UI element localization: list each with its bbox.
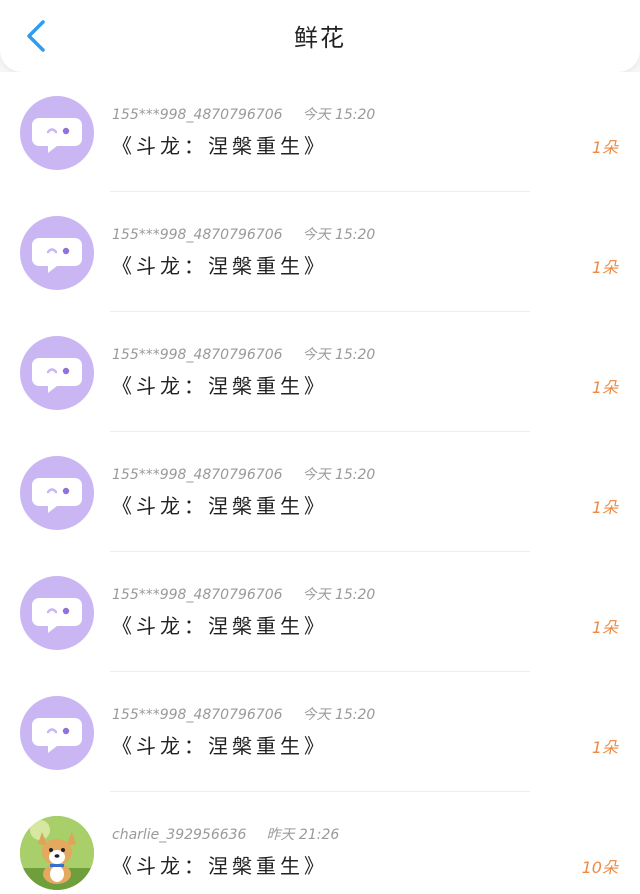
book-title: 《斗龙：涅槃重生》 — [112, 254, 328, 278]
record-meta: 155***998_4870796706 今天 15:20 — [112, 584, 375, 604]
book-title: 《斗龙：涅槃重生》 — [112, 854, 328, 878]
chat-bubble-icon — [32, 478, 82, 513]
user-id: 155***998_4870796706 — [112, 587, 283, 603]
record-meta: 155***998_4870796706 今天 15:20 — [112, 344, 375, 364]
flower-count: 1朵 — [591, 618, 618, 637]
list-item[interactable]: 155***998_4870796706 今天 15:20 《斗龙：涅槃重生》 1… — [0, 192, 640, 312]
list-item[interactable]: 155***998_4870796706 今天 15:20 《斗龙：涅槃重生》 1… — [0, 432, 640, 552]
timestamp: 昨天 21:26 — [266, 827, 340, 843]
avatar[interactable] — [20, 576, 94, 650]
chat-bubble-icon — [32, 358, 82, 393]
book-title: 《斗龙：涅槃重生》 — [112, 134, 328, 158]
user-id: 155***998_4870796706 — [112, 347, 283, 363]
chat-bubble-icon — [32, 718, 82, 753]
timestamp: 今天 15:20 — [302, 707, 376, 723]
page-title: 鲜花 — [294, 24, 346, 52]
user-id: 155***998_4870796706 — [112, 227, 283, 243]
header-bar: 鲜花 — [0, 0, 640, 72]
record-meta: charlie_392956636 昨天 21:26 — [112, 824, 339, 844]
list-item[interactable]: 155***998_4870796706 今天 15:20 《斗龙：涅槃重生》 1… — [0, 312, 640, 432]
chat-bubble-icon — [32, 118, 82, 153]
record-meta: 155***998_4870796706 今天 15:20 — [112, 104, 375, 124]
flower-count: 1朵 — [591, 378, 618, 397]
book-title: 《斗龙：涅槃重生》 — [112, 374, 328, 398]
record-meta: 155***998_4870796706 今天 15:20 — [112, 464, 375, 484]
list-item[interactable]: charlie_392956636 昨天 21:26 《斗龙：涅槃重生》 10朵 — [0, 792, 640, 894]
record-meta: 155***998_4870796706 今天 15:20 — [112, 224, 375, 244]
user-id: 155***998_4870796706 — [112, 467, 283, 483]
flower-record-list[interactable]: 155***998_4870796706 今天 15:20 《斗龙：涅槃重生》 1… — [0, 72, 640, 894]
flowers-screen: 鲜花 155***998_4870796706 今天 15:20 《斗龙：涅槃重生… — [0, 0, 640, 894]
timestamp: 今天 15:20 — [302, 347, 376, 363]
user-id: 155***998_4870796706 — [112, 707, 283, 723]
timestamp: 今天 15:20 — [302, 107, 376, 123]
list-item[interactable]: 155***998_4870796706 今天 15:20 《斗龙：涅槃重生》 1… — [0, 552, 640, 672]
book-title: 《斗龙：涅槃重生》 — [112, 494, 328, 518]
list-item[interactable]: 155***998_4870796706 今天 15:20 《斗龙：涅槃重生》 1… — [0, 672, 640, 792]
record-meta: 155***998_4870796706 今天 15:20 — [112, 704, 375, 724]
list-item[interactable]: 155***998_4870796706 今天 15:20 《斗龙：涅槃重生》 1… — [0, 72, 640, 192]
chat-bubble-icon — [32, 598, 82, 633]
chat-bubble-icon — [32, 238, 82, 273]
flower-count: 1朵 — [591, 258, 618, 277]
avatar[interactable] — [20, 336, 94, 410]
avatar[interactable] — [20, 216, 94, 290]
flower-count: 10朵 — [581, 858, 618, 877]
flower-count: 1朵 — [591, 738, 618, 757]
user-id: 155***998_4870796706 — [112, 107, 283, 123]
flower-count: 1朵 — [591, 498, 618, 517]
book-title: 《斗龙：涅槃重生》 — [112, 614, 328, 638]
timestamp: 今天 15:20 — [302, 227, 376, 243]
avatar[interactable] — [20, 696, 94, 770]
avatar[interactable] — [20, 816, 94, 890]
flower-count: 1朵 — [591, 138, 618, 157]
avatar[interactable] — [20, 456, 94, 530]
avatar[interactable] — [20, 96, 94, 170]
book-title: 《斗龙：涅槃重生》 — [112, 734, 328, 758]
user-id: charlie_392956636 — [112, 827, 247, 843]
timestamp: 今天 15:20 — [302, 587, 376, 603]
timestamp: 今天 15:20 — [302, 467, 376, 483]
corgi-avatar-icon — [20, 816, 94, 890]
